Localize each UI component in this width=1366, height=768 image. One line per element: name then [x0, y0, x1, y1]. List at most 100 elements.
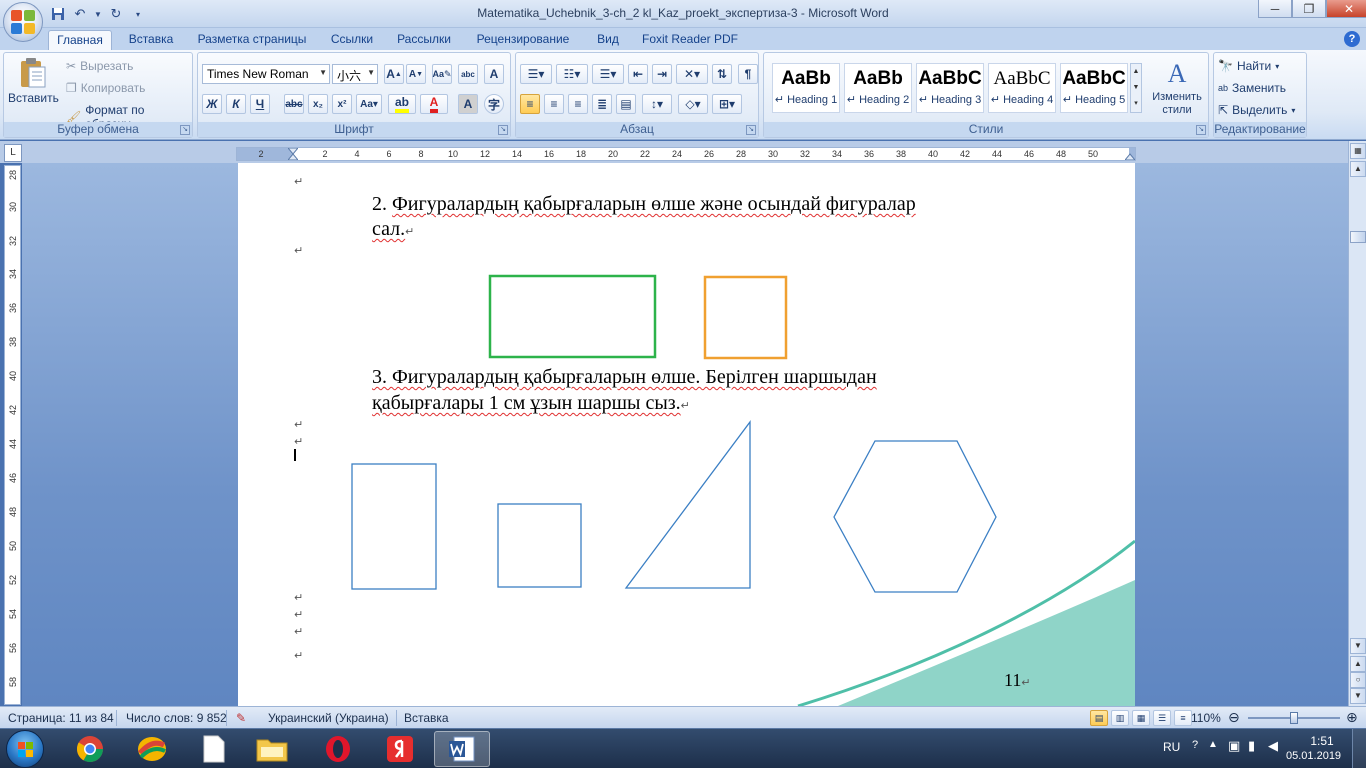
font-launcher-icon[interactable]: ↘	[498, 125, 508, 135]
tab-foxit-pdf[interactable]: Foxit Reader PDF	[638, 30, 742, 50]
indent-marker-icon[interactable]	[288, 148, 298, 160]
ruler-toggle-icon[interactable]: ▦	[1350, 143, 1366, 159]
clock-date[interactable]: 05.01.2019	[1286, 750, 1341, 762]
grow-font-icon[interactable]: A ▲	[384, 64, 404, 84]
font-size-combo[interactable]: 小六 ▼	[332, 64, 378, 84]
align-right-icon[interactable]: ≡	[568, 94, 588, 114]
tab-references[interactable]: Ссылки	[324, 30, 380, 50]
distributed-icon[interactable]: ▤	[616, 94, 636, 114]
italic-icon[interactable]: К	[226, 94, 246, 114]
align-left-icon[interactable]: ≡	[520, 94, 540, 114]
zoom-in-icon[interactable]: ⊕	[1346, 709, 1358, 726]
page-count[interactable]: Страница: 11 из 84	[8, 711, 114, 725]
bullets-icon[interactable]: ☰▾	[520, 64, 552, 84]
style-heading-4[interactable]: AaBbC ↵ Heading 4	[988, 63, 1056, 113]
tab-mailings[interactable]: Рассылки	[392, 30, 456, 50]
clock-time[interactable]: 1:51	[1302, 734, 1342, 748]
previous-page-icon[interactable]: ▲	[1350, 656, 1366, 672]
explorer-taskbar-button[interactable]	[244, 731, 300, 767]
chrome-taskbar-button[interactable]	[62, 731, 118, 767]
close-button[interactable]: ✕	[1326, 0, 1366, 18]
proofing-icon[interactable]: ✎	[236, 711, 246, 725]
horizontal-ruler[interactable]: 2 2 4 6 8 10 12 14 16 18 20 22 24 26 28 …	[236, 147, 1136, 161]
style-heading-2[interactable]: AaBb ↵ Heading 2	[844, 63, 912, 113]
style-heading-1[interactable]: AaBb ↵ Heading 1	[772, 63, 840, 113]
shading-icon[interactable]: ◇▾	[678, 94, 708, 114]
help-tray-icon[interactable]: ?	[1192, 739, 1198, 751]
zoom-out-icon[interactable]: ⊖	[1228, 709, 1240, 726]
show-hidden-icons-icon[interactable]: ▲	[1208, 739, 1218, 750]
shrink-font-icon[interactable]: A ▼	[406, 64, 426, 84]
font-color-icon[interactable]: A	[420, 94, 448, 114]
line-spacing-icon[interactable]: ↕▾	[642, 94, 672, 114]
tab-home[interactable]: Главная	[48, 30, 112, 50]
align-center-icon[interactable]: ≡	[544, 94, 564, 114]
asian-layout-icon[interactable]: ✕▾	[676, 64, 708, 84]
change-case-icon[interactable]: Aa▾	[356, 94, 382, 114]
tab-insert[interactable]: Вставка	[122, 30, 180, 50]
numbering-icon[interactable]: ☷▾	[556, 64, 588, 84]
insert-mode-status[interactable]: Вставка	[404, 711, 449, 725]
clear-formatting-icon[interactable]: Aa✎	[432, 64, 452, 84]
minimize-button[interactable]: ─	[1258, 0, 1292, 18]
tab-view[interactable]: Вид	[590, 30, 626, 50]
document-taskbar-button[interactable]	[186, 731, 242, 767]
strikethrough-icon[interactable]: abc	[284, 94, 304, 114]
zoom-slider-thumb[interactable]	[1290, 712, 1298, 724]
highlight-icon[interactable]: ab	[388, 94, 416, 114]
select-button[interactable]: ⇱ Выделить ▾	[1218, 103, 1295, 117]
styles-scroll[interactable]: ▲ ▼ ▾	[1130, 63, 1142, 113]
justify-icon[interactable]: ≣	[592, 94, 612, 114]
next-page-icon[interactable]: ▼	[1350, 688, 1366, 704]
language-status[interactable]: Украинский (Украина)	[268, 711, 389, 725]
show-marks-icon[interactable]: ¶	[738, 64, 758, 84]
copy-button[interactable]: ❐ Копировать	[66, 81, 145, 95]
scroll-down-icon[interactable]: ▼	[1350, 638, 1366, 654]
start-button[interactable]	[6, 730, 44, 768]
tab-page-layout[interactable]: Разметка страницы	[192, 30, 312, 50]
vertical-ruler[interactable]: 28 30 32 34 36 38 40 42 44 46 48 50 52 5…	[4, 165, 21, 705]
opera-taskbar-button[interactable]	[310, 731, 366, 767]
show-desktop-button[interactable]	[1352, 729, 1366, 768]
character-shading-icon[interactable]: A	[458, 94, 478, 114]
paste-button[interactable]: Вставить	[8, 57, 59, 105]
phonetic-guide-icon[interactable]: abc	[458, 64, 478, 84]
borders-icon[interactable]: ⊞▾	[712, 94, 742, 114]
subscript-icon[interactable]: x₂	[308, 94, 328, 114]
tab-review[interactable]: Рецензирование	[468, 30, 578, 50]
device-tray-icon[interactable]: ▣	[1228, 738, 1240, 754]
change-styles-button[interactable]: A Изменить стили	[1148, 59, 1206, 117]
paragraph-launcher-icon[interactable]: ↘	[746, 125, 756, 135]
decrease-indent-icon[interactable]: ⇤	[628, 64, 648, 84]
enclose-characters-icon[interactable]: 字	[484, 94, 504, 114]
web-layout-icon[interactable]: ▦	[1132, 710, 1150, 726]
character-border-icon[interactable]: A	[484, 64, 504, 84]
tab-selector-icon[interactable]: L	[4, 144, 22, 162]
clipboard-launcher-icon[interactable]: ↘	[180, 125, 190, 135]
style-heading-5[interactable]: AaBbC ↵ Heading 5	[1060, 63, 1128, 113]
app-taskbar-button[interactable]	[124, 731, 180, 767]
full-screen-reading-icon[interactable]: ▥	[1111, 710, 1129, 726]
replace-button[interactable]: ab Заменить	[1218, 81, 1286, 95]
word-taskbar-button[interactable]	[434, 731, 490, 767]
language-indicator[interactable]: RU	[1163, 740, 1180, 754]
browse-object-icon[interactable]: ○	[1350, 672, 1366, 688]
restore-button[interactable]: ❐	[1292, 0, 1326, 18]
multilevel-list-icon[interactable]: ☰▾	[592, 64, 624, 84]
vertical-scrollbar[interactable]: ▦ ▲ ▼ ▲ ○ ▼	[1348, 141, 1366, 706]
volume-icon[interactable]: ◀	[1268, 738, 1278, 754]
outline-icon[interactable]: ☰	[1153, 710, 1171, 726]
scroll-thumb[interactable]	[1350, 231, 1366, 243]
help-icon[interactable]: ?	[1344, 31, 1360, 47]
cut-button[interactable]: ✂ Вырезать	[66, 59, 133, 73]
styles-launcher-icon[interactable]: ↘	[1196, 125, 1206, 135]
underline-icon[interactable]: Ч	[250, 94, 270, 114]
right-indent-marker-icon[interactable]	[1125, 152, 1135, 160]
document-page[interactable]: ↵ 2. Фигуралардың қабырғаларын өлше және…	[238, 163, 1135, 706]
print-layout-icon[interactable]: ▤	[1090, 710, 1108, 726]
yandex-taskbar-button[interactable]	[372, 731, 428, 767]
style-heading-3[interactable]: AaBbC ↵ Heading 3	[916, 63, 984, 113]
draft-icon[interactable]: ≡	[1174, 710, 1192, 726]
font-family-combo[interactable]: Times New Roman ▼	[202, 64, 330, 84]
office-button[interactable]	[3, 2, 43, 42]
